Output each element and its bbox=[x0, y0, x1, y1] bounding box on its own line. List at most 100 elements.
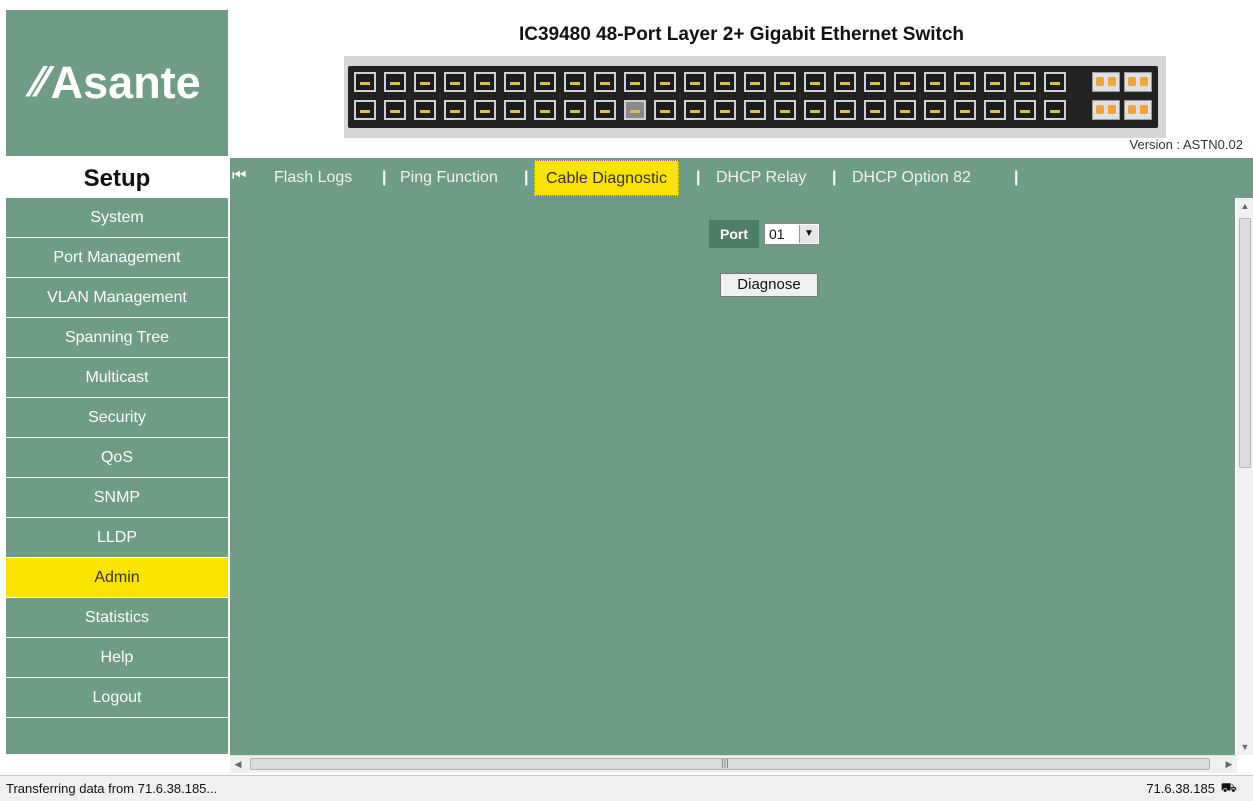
status-bar: Transferring data from 71.6.38.185... 71… bbox=[0, 775, 1253, 801]
ethernet-port-icon bbox=[864, 100, 886, 120]
ethernet-port-icon bbox=[354, 72, 376, 92]
vertical-scroll-thumb[interactable] bbox=[1239, 218, 1251, 468]
header: IC39480 48-Port Layer 2+ Gigabit Etherne… bbox=[230, 10, 1253, 156]
tab-separator: | bbox=[382, 169, 387, 186]
status-ip: 71.6.38.185 bbox=[1146, 781, 1215, 796]
ethernet-port-icon bbox=[444, 72, 466, 92]
sidebar-item-spanning-tree[interactable]: Spanning Tree bbox=[6, 318, 228, 358]
port-select-value: 01 bbox=[769, 226, 785, 242]
scroll-left-icon[interactable]: ◀ bbox=[230, 756, 246, 773]
setup-heading: Setup bbox=[6, 158, 228, 198]
sidebar-item-snmp[interactable]: SNMP bbox=[6, 478, 228, 518]
ethernet-port-icon bbox=[504, 100, 526, 120]
horizontal-scrollbar[interactable]: ◀ ||| ▶ bbox=[230, 755, 1237, 773]
ethernet-port-icon bbox=[564, 72, 586, 92]
ethernet-port-icon bbox=[384, 72, 406, 92]
ethernet-port-icon bbox=[534, 100, 556, 120]
scroll-down-icon[interactable]: ▼ bbox=[1237, 739, 1253, 755]
vertical-scrollbar[interactable]: ▲ ▼ bbox=[1237, 198, 1253, 755]
asante-logo: ⁄⁄ Asante bbox=[6, 10, 228, 156]
ethernet-port-icon bbox=[1044, 100, 1066, 120]
chevron-down-icon[interactable]: ▼ bbox=[799, 225, 818, 243]
scroll-up-icon[interactable]: ▲ bbox=[1237, 198, 1253, 214]
brand-name: Asante bbox=[50, 57, 201, 108]
ethernet-port-icon bbox=[684, 72, 706, 92]
tab-flash-logs[interactable]: Flash Logs bbox=[274, 158, 352, 198]
tab-bar: ⏮ Flash Logs | Ping Function | Cable Dia… bbox=[230, 158, 1253, 198]
ethernet-port-icon bbox=[414, 100, 436, 120]
ethernet-port-icon bbox=[984, 72, 1006, 92]
status-message: Transferring data from 71.6.38.185... bbox=[6, 781, 218, 796]
sidebar-item-multicast[interactable]: Multicast bbox=[6, 358, 228, 398]
ethernet-port-icon bbox=[474, 100, 496, 120]
tab-cable-diagnostic[interactable]: Cable Diagnostic bbox=[534, 160, 679, 196]
ethernet-port-icon bbox=[414, 72, 436, 92]
ethernet-port-icon bbox=[834, 72, 856, 92]
horizontal-scroll-thumb[interactable]: ||| bbox=[250, 758, 1210, 770]
ethernet-port-icon bbox=[1044, 72, 1066, 92]
ethernet-port-icon bbox=[384, 100, 406, 120]
ethernet-port-icon bbox=[894, 100, 916, 120]
tab-separator: | bbox=[524, 169, 529, 186]
ethernet-port-icon bbox=[954, 100, 976, 120]
sidebar-item-security[interactable]: Security bbox=[6, 398, 228, 438]
sidebar: System Port Management VLAN Management S… bbox=[6, 198, 228, 754]
ethernet-port-icon bbox=[1014, 100, 1036, 120]
ethernet-port-icon bbox=[774, 100, 796, 120]
asante-mark-icon: ⁄⁄ bbox=[33, 60, 47, 106]
ethernet-port-icon bbox=[924, 100, 946, 120]
ethernet-port-icon bbox=[804, 100, 826, 120]
ethernet-port-icon bbox=[744, 72, 766, 92]
ethernet-port-icon bbox=[354, 100, 376, 120]
ethernet-port-icon bbox=[654, 72, 676, 92]
ethernet-port-icon bbox=[654, 100, 676, 120]
main-content: Port 01 ▼ Diagnose bbox=[230, 198, 1235, 755]
ethernet-port-icon bbox=[714, 100, 736, 120]
tab-separator: | bbox=[832, 169, 837, 186]
grip-icon: ||| bbox=[721, 758, 729, 769]
tab-dhcp-option-82[interactable]: DHCP Option 82 bbox=[852, 158, 971, 198]
port-label: Port bbox=[709, 220, 759, 248]
version-label: Version : bbox=[1129, 137, 1181, 152]
diagnose-button[interactable]: Diagnose bbox=[720, 273, 818, 297]
ethernet-port-icon bbox=[624, 100, 646, 120]
first-page-icon[interactable]: ⏮ bbox=[232, 167, 246, 185]
ethernet-port-icon bbox=[594, 72, 616, 92]
sidebar-item-logout[interactable]: Logout bbox=[6, 678, 228, 718]
ethernet-port-icon bbox=[474, 72, 496, 92]
version-value: ASTN0.02 bbox=[1183, 137, 1243, 152]
ethernet-port-icon bbox=[924, 72, 946, 92]
sidebar-item-statistics[interactable]: Statistics bbox=[6, 598, 228, 638]
ethernet-port-icon bbox=[594, 100, 616, 120]
network-icon: ⛟ bbox=[1220, 780, 1237, 795]
ethernet-port-icon bbox=[564, 100, 586, 120]
version-info: Version : ASTN0.02 bbox=[1130, 137, 1243, 152]
sidebar-item-qos[interactable]: QoS bbox=[6, 438, 228, 478]
sidebar-item-system[interactable]: System bbox=[6, 198, 228, 238]
scroll-right-icon[interactable]: ▶ bbox=[1221, 756, 1237, 773]
port-select[interactable]: 01 ▼ bbox=[764, 223, 820, 245]
port-grid bbox=[348, 66, 1158, 128]
tab-ping-function[interactable]: Ping Function bbox=[400, 158, 498, 198]
ethernet-port-icon bbox=[804, 72, 826, 92]
sidebar-item-port-management[interactable]: Port Management bbox=[6, 238, 228, 278]
sidebar-item-lldp[interactable]: LLDP bbox=[6, 518, 228, 558]
tab-separator: | bbox=[1014, 169, 1019, 186]
ethernet-port-icon bbox=[834, 100, 856, 120]
ethernet-port-icon bbox=[534, 72, 556, 92]
sfp-port-icon bbox=[1092, 100, 1120, 120]
tab-dhcp-relay[interactable]: DHCP Relay bbox=[716, 158, 806, 198]
ethernet-port-icon bbox=[864, 72, 886, 92]
ethernet-port-icon bbox=[684, 100, 706, 120]
ethernet-port-icon bbox=[624, 72, 646, 92]
switch-port-panel bbox=[344, 56, 1166, 138]
ethernet-port-icon bbox=[894, 72, 916, 92]
sidebar-item-admin[interactable]: Admin bbox=[6, 558, 228, 598]
ethernet-port-icon bbox=[504, 72, 526, 92]
device-title: IC39480 48-Port Layer 2+ Gigabit Etherne… bbox=[518, 24, 965, 45]
ethernet-port-icon bbox=[744, 100, 766, 120]
sidebar-item-help[interactable]: Help bbox=[6, 638, 228, 678]
sfp-port-icon bbox=[1124, 100, 1152, 120]
ethernet-port-icon bbox=[1014, 72, 1036, 92]
sidebar-item-vlan-management[interactable]: VLAN Management bbox=[6, 278, 228, 318]
